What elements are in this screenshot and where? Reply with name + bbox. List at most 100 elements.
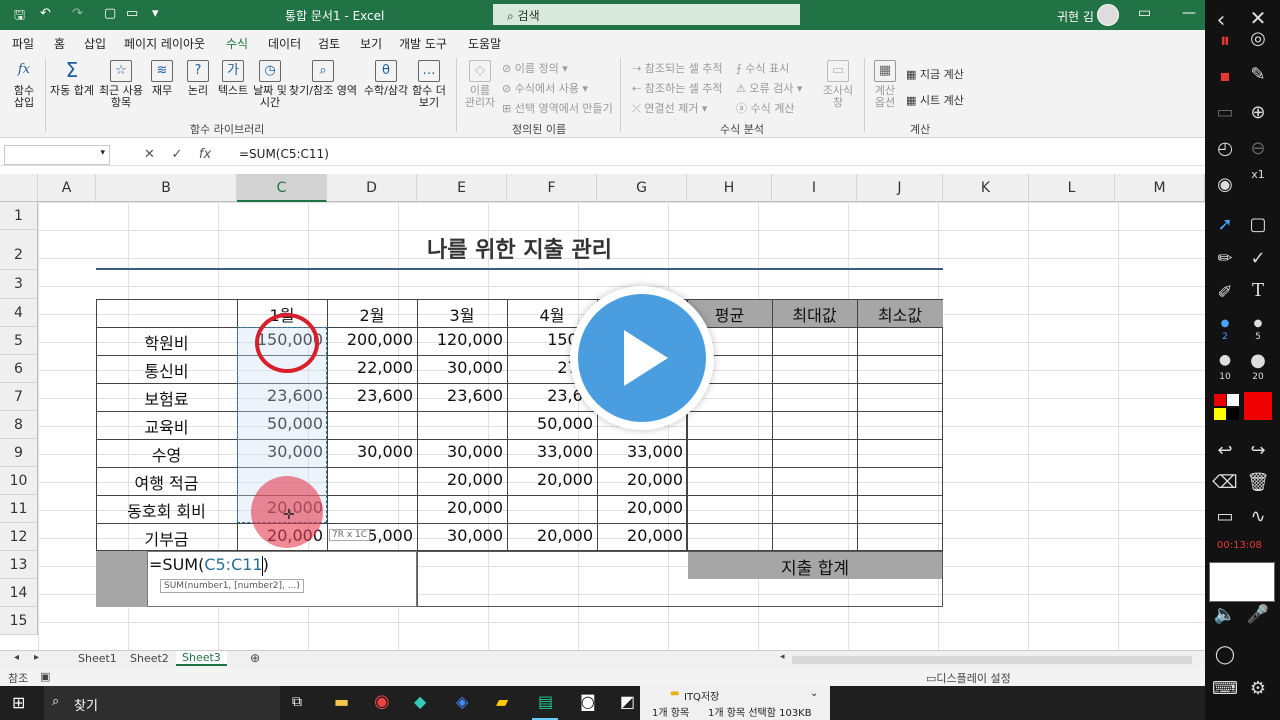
search-box[interactable]: ⌕ 검색 [493, 4, 800, 25]
windows-start-icon[interactable]: ⊞ [12, 693, 25, 712]
tab-data[interactable]: 데이터 [268, 35, 301, 52]
row-header-15[interactable]: 15 [0, 607, 38, 635]
wave-icon[interactable]: ∿ [1243, 506, 1273, 527]
col-header-g[interactable]: G [597, 174, 687, 202]
create-from-selection-button[interactable]: ⊞ 선택 영역에서 만들기 [502, 100, 613, 116]
col-header-i[interactable]: I [772, 174, 857, 202]
text-button[interactable]: 가 텍스트 [216, 60, 250, 97]
table-cell[interactable]: 20,000 [597, 526, 683, 545]
excel-icon[interactable]: ▤ [538, 692, 553, 711]
pen-draw-icon[interactable]: ✎ [1243, 64, 1273, 85]
row-header-6[interactable]: 6 [0, 355, 38, 383]
zoom-in-icon[interactable]: ⊕ [1243, 102, 1273, 123]
autosum-button[interactable]: Σ 자동 합계 [46, 60, 98, 97]
row-header-1[interactable]: 1 [0, 202, 38, 230]
table-cell[interactable]: 23,600 [417, 386, 503, 405]
table-cell[interactable]: 30,000 [417, 526, 503, 545]
chevron-down-icon[interactable]: ⌄ [810, 688, 818, 699]
recent-button[interactable]: ☆ 최근 사용 항목 [98, 60, 144, 109]
col-header-a[interactable]: A [38, 174, 96, 202]
chevron-down-icon[interactable]: ▾ [100, 148, 105, 158]
tab-developer[interactable]: 개발 도구 [399, 35, 447, 52]
watch-window-button[interactable]: ▭ 조사식 창 [818, 60, 858, 109]
stop-icon[interactable]: ⏹ [1210, 64, 1240, 88]
trace-precedents-button[interactable]: ⇢ 참조되는 셀 추적 [632, 60, 723, 76]
pause-icon[interactable]: ⏸ [1210, 28, 1240, 52]
formula-input[interactable]: =SUM(C5:C11) [239, 147, 329, 161]
table-cell[interactable]: 30,000 [417, 358, 503, 377]
color-black[interactable] [1227, 408, 1239, 420]
tab-page-layout[interactable]: 페이지 레이아웃 [124, 35, 205, 52]
calc-now-button[interactable]: ▦ 지금 계산 [906, 66, 964, 82]
undo-icon[interactable]: ↶ [40, 6, 51, 21]
calc-sheet-button[interactable]: ▦ 시트 계산 [906, 92, 964, 108]
tab-view[interactable]: 보기 [360, 35, 382, 52]
table-cell[interactable]: 20,000 [417, 470, 503, 489]
microphone-icon[interactable]: 🎤 [1243, 604, 1273, 625]
whiteboard-icon[interactable]: ▭ [1210, 506, 1240, 527]
error-check-button[interactable]: ⚠ 오류 검사 ▾ [736, 80, 802, 96]
size-2-dot[interactable]: ● [1210, 318, 1240, 329]
table-cell[interactable]: 50,000 [507, 414, 593, 433]
recorder-icon[interactable]: ◙ [580, 692, 596, 711]
row-header-10[interactable]: 10 [0, 467, 38, 495]
row-header-2[interactable]: 2 [0, 230, 38, 270]
evaluate-formula-button[interactable]: ⓐ 수식 계산 [736, 100, 794, 116]
size-10-dot[interactable]: ● [1210, 352, 1240, 368]
enter-icon[interactable]: ✓ [171, 147, 182, 162]
table-cell[interactable]: 20,000 [507, 526, 593, 545]
name-manager-button[interactable]: ◇ 이름 관리자 [460, 60, 500, 109]
timer-icon[interactable]: ◴ [1210, 138, 1240, 159]
next-sheet-icon[interactable]: ▸ [34, 652, 39, 663]
tab-sheet1[interactable]: Sheet1 [78, 652, 117, 665]
row-header-8[interactable]: 8 [0, 411, 38, 439]
task-view-icon[interactable]: ⧉ [292, 694, 302, 710]
col-header-d[interactable]: D [327, 174, 417, 202]
col-header-b[interactable]: B [96, 174, 237, 202]
tab-review[interactable]: 검토 [318, 35, 340, 52]
add-sheet-icon[interactable]: ⊕ [250, 651, 260, 665]
rectangle-icon[interactable]: ▢ [1243, 214, 1273, 235]
tab-help[interactable]: 도움말 [468, 35, 501, 52]
row-header-7[interactable]: 7 [0, 383, 38, 411]
use-in-formula-button[interactable]: ⊘ 수식에서 사용 ▾ [502, 80, 588, 96]
row-header-9[interactable]: 9 [0, 439, 38, 467]
table-cell[interactable]: 33,000 [597, 442, 683, 461]
prev-sheet-icon[interactable]: ◂ [14, 652, 19, 663]
app3-icon[interactable]: ◩ [620, 692, 635, 711]
pip-icon[interactable]: ▭ [1210, 102, 1240, 123]
table-cell[interactable]: 22,000 [327, 358, 413, 377]
trace-dependents-button[interactable]: ⇠ 참조하는 셀 추적 [632, 80, 723, 96]
col-header-f[interactable]: F [507, 174, 597, 202]
new-file-icon[interactable]: ▢ [104, 6, 116, 21]
chrome-icon[interactable]: ◉ [374, 691, 390, 712]
editing-formula[interactable]: =SUM(C5:C11) [149, 555, 269, 574]
zoom-out-icon[interactable]: ⊖ [1243, 138, 1273, 159]
more-functions-button[interactable]: … 함수 더 보기 [410, 60, 448, 109]
col-header-j[interactable]: J [857, 174, 943, 202]
eraser-icon[interactable]: ⌫ [1210, 472, 1240, 493]
explorer-popup[interactable]: ▬ ITQ저장 ⌄ 1개 항목 1개 항목 선택함 103KB [640, 686, 830, 720]
insert-function-button[interactable]: fx 함수 삽입 [8, 60, 40, 109]
tab-file[interactable]: 파일 [12, 35, 34, 52]
tab-insert[interactable]: 삽입 [84, 35, 106, 52]
name-box[interactable]: ▾ [4, 145, 110, 165]
keyboard-icon[interactable]: ⌨ [1210, 678, 1240, 699]
current-color[interactable] [1244, 392, 1272, 420]
table-cell[interactable]: 20,000 [597, 498, 683, 517]
tab-home[interactable]: 홈 [54, 35, 65, 52]
play-button[interactable] [570, 286, 714, 430]
display-settings[interactable]: ▭디스플레이 설정 [926, 670, 1011, 686]
app2-icon[interactable]: ◈ [456, 692, 468, 711]
col-header-l[interactable]: L [1029, 174, 1115, 202]
speaker-icon[interactable]: 🔈 [1210, 604, 1240, 625]
redo-icon[interactable]: ↷ [72, 6, 83, 21]
taskbar-search[interactable]: ⌕ 찾기 [44, 686, 280, 720]
avatar[interactable] [1097, 4, 1119, 26]
color-yellow[interactable] [1214, 408, 1226, 420]
camera-icon[interactable]: ◎ [1243, 28, 1273, 49]
show-formulas-button[interactable]: ⨍ 수식 표시 [736, 60, 789, 76]
table-cell[interactable]: 20,000 [507, 470, 593, 489]
macro-icon[interactable]: ▣ [40, 670, 50, 683]
table-cell[interactable]: 20,000 [417, 498, 503, 517]
